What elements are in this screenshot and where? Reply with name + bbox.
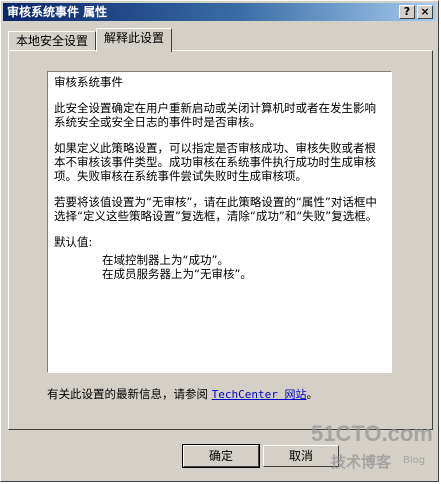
- close-button[interactable]: ×: [417, 5, 433, 19]
- default-member-server: 在成员服务器上为“无审核”。: [102, 267, 252, 281]
- tab-explain-setting[interactable]: 解释此设置: [96, 28, 172, 52]
- help-icon: ?: [403, 5, 411, 18]
- explain-paragraph-1: 此安全设置确定在用户重新启动或关闭计算机时或者在发生影响系统安全或安全日志的事件…: [54, 101, 376, 129]
- watermark-blog: Blog: [403, 455, 426, 466]
- site-watermark: 51CTO.com 技术博客 Blog: [311, 421, 439, 481]
- defaults-label: 默认值:: [54, 235, 93, 249]
- ok-button[interactable]: 确定: [182, 444, 260, 468]
- close-icon: ×: [420, 5, 430, 18]
- watermark-logo-text: 51CTO.com: [311, 421, 433, 446]
- tab-local-security-setting[interactable]: 本地安全设置: [8, 31, 96, 51]
- explain-paragraph-2: 如果定义此策略设置，可以指定是否审核成功、审核失败或者根本不审核该事件类型。成功…: [54, 141, 376, 183]
- explain-paragraph-3: 若要将该值设置为“无审核”，请在此策略设置的“属性”对话框中选择“定义这些策略设…: [54, 195, 378, 223]
- tab-panel: 审核系统事件 此安全设置确定在用户重新启动或关闭计算机时或者在发生影响系统安全或…: [8, 50, 433, 430]
- explain-textbox[interactable]: 审核系统事件 此安全设置确定在用户重新启动或关闭计算机时或者在发生影响系统安全或…: [47, 71, 392, 373]
- help-button[interactable]: ?: [399, 5, 415, 19]
- title-bar[interactable]: 审核系统事件 属性 ? ×: [3, 3, 436, 21]
- more-info-text: 有关此设置的最新信息，请参阅: [47, 387, 212, 401]
- techcenter-link[interactable]: TechCenter 网站: [212, 388, 307, 401]
- properties-dialog: 审核系统事件 属性 ? × 本地安全设置 解释此设置 审核系统事件 此安全设置确…: [0, 0, 439, 482]
- default-domain-controller: 在域控制器上为“成功”。: [102, 253, 229, 267]
- explain-heading: 审核系统事件: [54, 75, 123, 89]
- watermark-subtitle: 技术博客: [331, 453, 392, 471]
- window-title: 审核系统事件 属性: [7, 5, 108, 19]
- more-info-suffix: 。: [306, 387, 319, 401]
- more-info-line: 有关此设置的最新信息，请参阅 TechCenter 网站。: [47, 386, 318, 402]
